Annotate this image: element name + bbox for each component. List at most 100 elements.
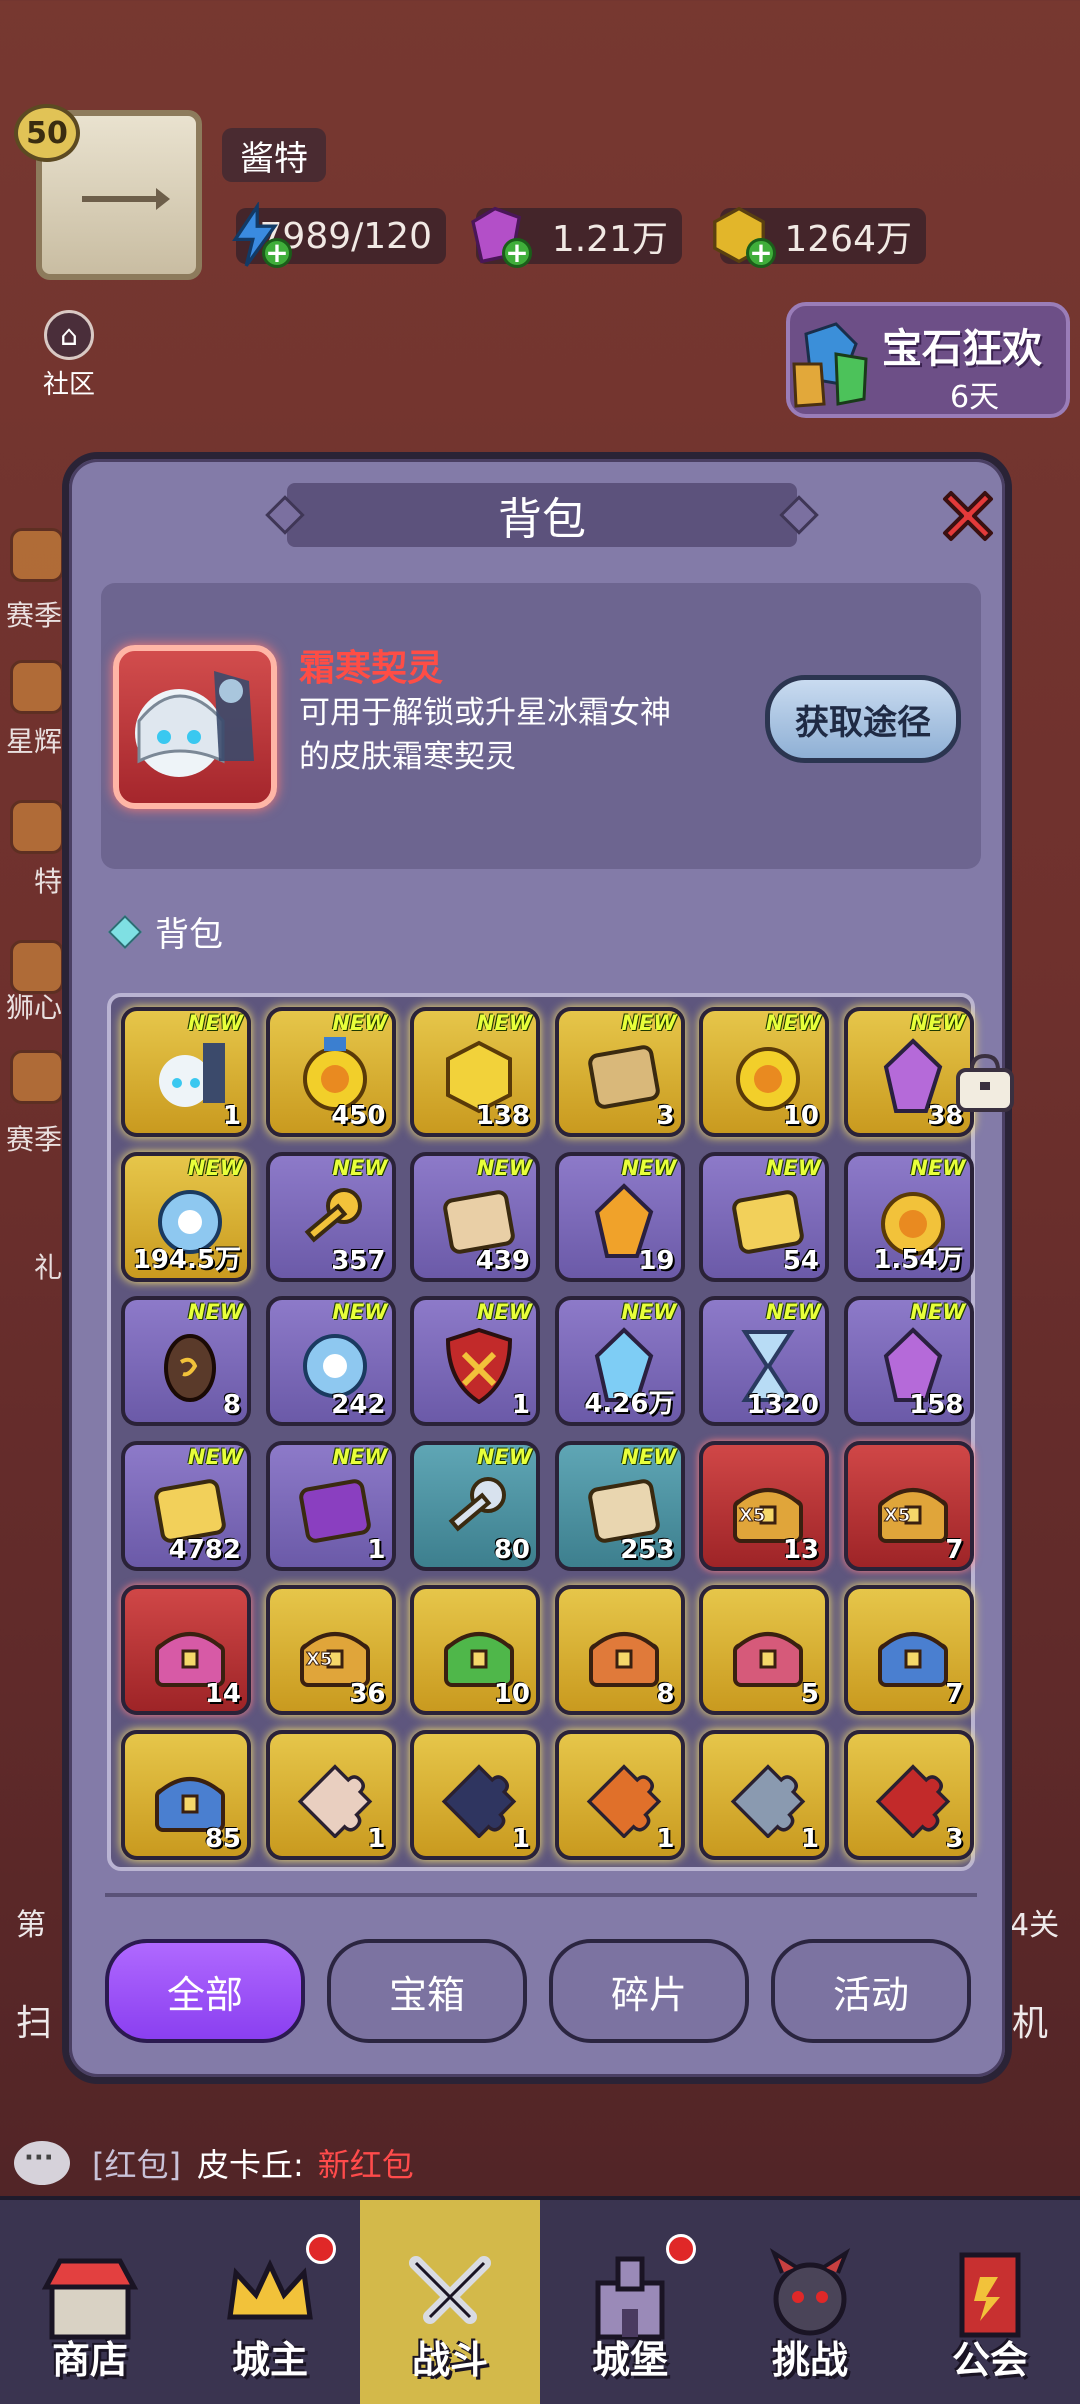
new-badge: NEW — [332, 1444, 388, 1469]
inventory-slot[interactable]: 5 — [699, 1585, 829, 1715]
chat-message: 新红包 — [317, 2146, 414, 2184]
inventory-slot[interactable]: NEW 4.26万 — [554, 1296, 685, 1426]
inventory-slot[interactable]: NEW 10 — [699, 1007, 829, 1137]
add-gold-icon[interactable]: + — [746, 238, 776, 268]
add-stamina-icon[interactable]: + — [262, 238, 292, 268]
item-count: 439 — [475, 1245, 530, 1276]
inventory-slot[interactable]: 8 — [554, 1585, 685, 1715]
bottom-navigation: 商店 城主 战斗 城堡 挑战 公会 — [0, 2196, 1080, 2404]
bag-icon[interactable] — [950, 1048, 1020, 1118]
add-gem-icon[interactable]: + — [502, 238, 532, 268]
item-count: 1 — [511, 1390, 530, 1420]
inventory-slot[interactable]: NEW 8 — [121, 1296, 251, 1426]
house-icon: ⌂ — [44, 310, 94, 360]
inventory-slot[interactable]: NEW 194.5万 — [121, 1151, 251, 1282]
inventory-slot[interactable]: 3 — [843, 1729, 974, 1860]
puzzle-fire-icon — [586, 1763, 661, 1838]
inventory-slot[interactable]: NEW 158 — [843, 1296, 974, 1426]
inventory-slot[interactable]: NEW 19 — [554, 1151, 685, 1282]
magic-card-icon — [298, 1478, 371, 1543]
diamond-icon — [108, 914, 142, 949]
new-badge: NEW — [332, 1155, 388, 1180]
item-count: 14 — [204, 1679, 241, 1709]
chat-sender: 皮卡丘: — [196, 2146, 304, 2184]
inventory-slot[interactable]: NEW 242 — [265, 1296, 396, 1426]
new-badge: NEW — [187, 1155, 243, 1180]
item-count: 8 — [222, 1390, 241, 1420]
nav-shop[interactable]: 商店 — [0, 2200, 180, 2404]
inventory-slot[interactable]: 7 — [843, 1585, 974, 1715]
chat-bar[interactable]: [红包] 皮卡丘: 新红包 — [14, 2140, 414, 2186]
inventory-slot[interactable]: X5 7 — [843, 1440, 974, 1571]
inventory-slot[interactable]: X5 13 — [699, 1440, 829, 1571]
inventory-slot[interactable]: NEW 1 — [410, 1296, 540, 1426]
inventory-slot[interactable]: NEW 138 — [410, 1007, 540, 1137]
inventory-slot[interactable]: NEW 357 — [265, 1151, 396, 1282]
item-count: 1 — [511, 1823, 530, 1854]
inventory-slot[interactable]: 10 — [410, 1585, 540, 1715]
community-button[interactable]: ⌂ 社区 — [36, 310, 102, 400]
tab-chests[interactable]: 宝箱 — [327, 1939, 527, 2043]
inventory-slot[interactable]: NEW 4782 — [121, 1440, 251, 1571]
frost-spirit-fragment-icon — [159, 1043, 225, 1107]
nav-crown[interactable]: 城主 — [180, 2200, 360, 2404]
tab-events[interactable]: 活动 — [771, 1939, 971, 2043]
nav-label: 挑战 — [771, 2338, 848, 2382]
nav-label: 战斗 — [411, 2338, 488, 2382]
new-badge: NEW — [765, 1011, 821, 1035]
gold-counter[interactable]: + 1264万 — [713, 206, 926, 268]
season-icon[interactable] — [10, 528, 64, 582]
inventory-slot[interactable]: 14 — [121, 1585, 251, 1715]
new-badge: NEW — [765, 1300, 821, 1324]
machine-label: 机 — [1012, 2003, 1049, 2044]
dragon-egg-icon — [164, 1334, 216, 1402]
inventory-slot[interactable]: NEW 54 — [699, 1151, 829, 1282]
tab-all[interactable]: 全部 — [105, 1939, 305, 2043]
tab-fragments[interactable]: 碎片 — [549, 1939, 749, 2043]
nav-swords[interactable]: 战斗 — [360, 2200, 540, 2404]
inventory-slot[interactable]: NEW 450 — [265, 1007, 396, 1137]
star-icon[interactable] — [10, 660, 64, 714]
inventory-slot[interactable]: NEW 1 — [121, 1007, 251, 1137]
item-count: 13 — [782, 1534, 819, 1565]
selected-item-name: 霜寒契灵 — [299, 648, 444, 689]
nav-castle[interactable]: 城堡 — [540, 2200, 720, 2404]
item-count: 5 — [800, 1679, 819, 1709]
item-count: 253 — [620, 1534, 675, 1565]
side-label-season: 赛季 — [6, 599, 63, 632]
item-count: 10 — [493, 1679, 530, 1709]
inventory-slot[interactable]: 1 — [699, 1729, 829, 1860]
inventory-slot[interactable]: NEW 253 — [554, 1440, 685, 1571]
side-label-special: 特 — [34, 865, 63, 898]
stamina-counter[interactable]: + 7989/120 — [232, 202, 446, 268]
inventory-slot[interactable]: NEW 439 — [410, 1151, 540, 1282]
nav-label: 公会 — [951, 2338, 1028, 2382]
nav-label: 商店 — [51, 2338, 128, 2382]
selected-item-description: 可用于解锁或升星冰霜女神的皮肤霜寒契灵 — [299, 695, 671, 775]
new-badge: NEW — [187, 1300, 243, 1324]
new-badge: NEW — [910, 1011, 966, 1035]
sword-chest-icon — [733, 1632, 803, 1687]
item-count: 3 — [656, 1101, 675, 1131]
new-badge: NEW — [621, 1444, 677, 1469]
gem-carnival-event[interactable]: 宝石狂欢 6天 — [786, 302, 1070, 418]
close-icon[interactable] — [935, 483, 1001, 549]
inventory-slot[interactable]: 1 — [410, 1729, 540, 1860]
inventory-slot[interactable]: X5 36 — [265, 1585, 396, 1715]
inventory-slot[interactable]: NEW 1.54万 — [843, 1151, 974, 1282]
nav-guild-banner[interactable]: 公会 — [900, 2200, 1080, 2404]
special-icon[interactable] — [10, 800, 64, 854]
get-source-button[interactable]: 获取途径 — [765, 675, 961, 763]
item-count: 4.26万 — [584, 1389, 675, 1419]
gem-counter[interactable]: + 1.21万 — [471, 206, 682, 268]
season2-icon[interactable] — [10, 1050, 64, 1104]
nav-demon[interactable]: 挑战 — [720, 2200, 900, 2404]
inventory-slot[interactable]: 1 — [265, 1729, 396, 1860]
inventory-slot[interactable]: NEW 3 — [554, 1007, 685, 1137]
new-badge: NEW — [476, 1300, 532, 1324]
inventory-slot[interactable]: 1 — [554, 1729, 685, 1860]
inventory-slot[interactable]: 85 — [121, 1729, 251, 1860]
inventory-slot[interactable]: NEW 1 — [265, 1440, 396, 1571]
inventory-slot[interactable]: NEW 80 — [410, 1440, 540, 1571]
inventory-slot[interactable]: NEW 1320 — [699, 1296, 829, 1426]
